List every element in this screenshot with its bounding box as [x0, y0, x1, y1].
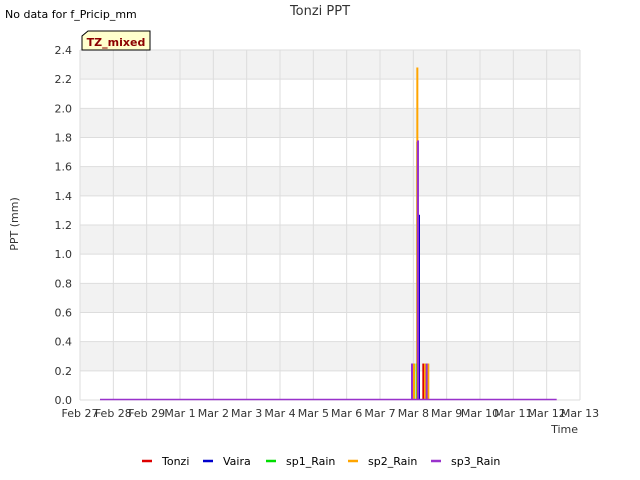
y-tick-label: 0.4 — [55, 336, 73, 349]
y-tick-label: 2.2 — [55, 73, 73, 86]
legend: Tonzi Vaira sp1_Rain sp2_Rain sp3_Rain — [142, 455, 500, 468]
spike-sp3-rain — [411, 363, 413, 400]
plot-band — [80, 166, 580, 196]
y-tick-label: 0.2 — [55, 365, 73, 378]
plot-band — [80, 370, 580, 400]
plot-band — [80, 137, 580, 167]
plot-band — [80, 341, 580, 371]
x-tick-label: Mar 2 — [198, 407, 229, 420]
spike-sp3-rain — [425, 363, 428, 400]
x-tick-label: Mar 3 — [231, 407, 262, 420]
y-tick-label: 0.8 — [55, 277, 73, 290]
x-tick-label: Mar 6 — [331, 407, 362, 420]
y-ticks: 0.0 0.2 0.4 0.6 0.8 1.0 1.2 1.4 1.6 1.8 2.0 2.2 2.4 — [55, 44, 73, 407]
legend-label: sp1_Rain — [286, 455, 335, 468]
x-tick-label: Mar 13 — [561, 407, 599, 420]
x-tick-label: Feb 27 — [62, 407, 99, 420]
x-ticks: Feb 27Feb 28Feb 29 Mar 1 Mar 2 Mar 3 Mar 4 Ma… — [62, 407, 600, 420]
legend-label: sp3_Rain — [451, 455, 500, 468]
tz-mixed-badge: TZ_mixed — [81, 30, 151, 51]
plot-band — [80, 195, 580, 225]
x-tick-label: Mar 1 — [164, 407, 195, 420]
y-tick-label: 2.4 — [55, 44, 73, 57]
legend-label: Vaira — [223, 455, 251, 468]
plot-band — [80, 254, 580, 284]
plot-band — [80, 312, 580, 342]
y-tick-label: 1.6 — [55, 161, 73, 174]
badge-label: TZ_mixed — [87, 36, 146, 49]
ppt-chart: 0.00.20.40.60.81.01.21.41.61.82.02.22.4 … — [8, 30, 600, 468]
x-tick-label: Mar 4 — [264, 407, 295, 420]
y-tick-label: 1.8 — [55, 132, 73, 145]
legend-label: Tonzi — [161, 455, 189, 468]
x-axis-label: Time — [550, 423, 578, 436]
x-tick-label: Feb 28 — [95, 407, 132, 420]
x-tick-label: Mar 7 — [364, 407, 395, 420]
legend-label: sp2_Rain — [368, 455, 417, 468]
plot-band — [80, 50, 580, 80]
x-tick-label: Mar 8 — [398, 407, 429, 420]
spike-sp3-rain — [417, 140, 419, 400]
plot-band — [80, 283, 580, 313]
y-tick-label: 0.6 — [55, 307, 73, 320]
plot-band — [80, 108, 580, 138]
x-tick-label: Mar 9 — [431, 407, 462, 420]
spike-sp2-rain — [413, 363, 415, 400]
y-axis-label: PPT (mm) — [8, 197, 21, 251]
x-tick-label: Feb 29 — [128, 407, 165, 420]
x-tick-label: Mar 5 — [298, 407, 329, 420]
y-tick-label: 1.4 — [55, 190, 73, 203]
plot-band — [80, 225, 580, 255]
plot-band — [80, 79, 580, 109]
y-tick-label: 2.0 — [55, 102, 73, 115]
y-tick-label: 1.0 — [55, 248, 73, 261]
y-tick-label: 1.2 — [55, 219, 73, 232]
y-tick-label: 0.0 — [55, 394, 73, 407]
